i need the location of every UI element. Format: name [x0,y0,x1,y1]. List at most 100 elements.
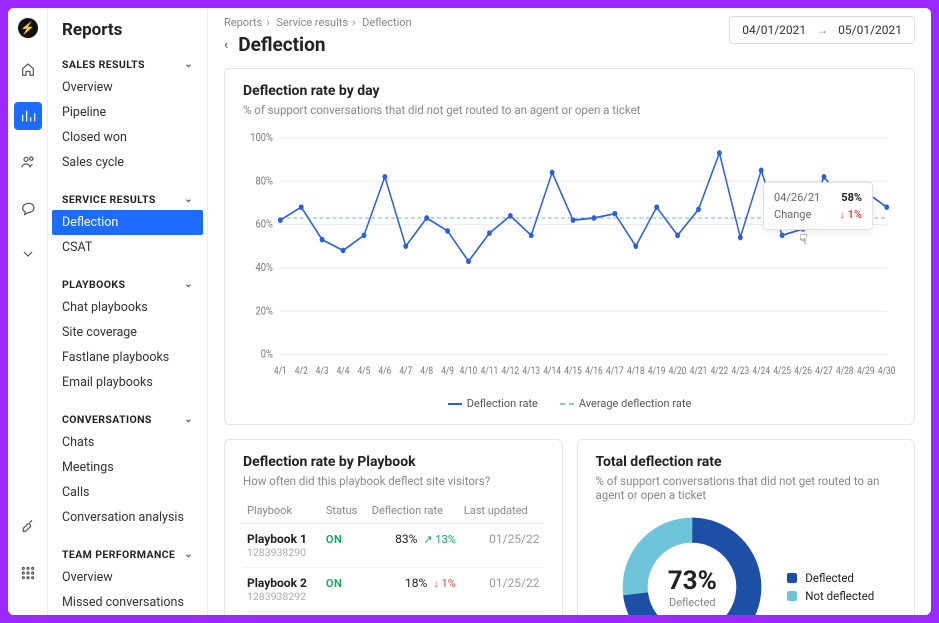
app-logo[interactable]: ⚡ [18,18,38,38]
svg-text:4/3: 4/3 [316,366,329,377]
deflection-by-playbook-card: Deflection rate by Playbook How often di… [224,439,563,615]
sidebar-item-deflection[interactable]: Deflection [52,210,203,235]
chat-icon[interactable] [14,194,42,222]
svg-text:4/15: 4/15 [564,366,582,377]
svg-text:4/12: 4/12 [502,366,520,377]
tooltip-date: 04/26/21 [774,191,820,204]
svg-text:4/11: 4/11 [481,366,499,377]
sidebar-item-sales-cycle[interactable]: Sales cycle [48,150,207,175]
sidebar-item-missed-conversations[interactable]: Missed conversations [48,590,207,615]
playbook-card-title: Deflection rate by Playbook [243,454,544,470]
last-updated: 01/25/22 [460,612,544,616]
sidebar-item-conversation-analysis[interactable]: Conversation analysis [48,505,207,530]
table-header: Status [322,498,368,524]
svg-text:80%: 80% [256,176,273,188]
playbook-name: Playbook 1 [247,532,318,546]
sidebar-group-header[interactable]: SALES RESULTS⌄ [48,54,207,75]
apps-icon[interactable] [14,559,42,587]
playbook-name: Playbook 2 [247,576,318,590]
sidebar: Reports SALES RESULTS⌄OverviewPipelineCl… [48,8,208,615]
legend-item: Not deflected [787,589,874,603]
svg-text:20%: 20% [256,306,273,318]
sidebar-item-pipeline[interactable]: Pipeline [48,100,207,125]
svg-text:4/13: 4/13 [522,366,540,377]
tooltip-change-label: Change [774,208,811,221]
sidebar-item-csat[interactable]: CSAT [48,235,207,260]
donut-label: Deflected [669,596,716,609]
svg-text:4/8: 4/8 [420,366,433,377]
table-header: Deflection rate [368,498,460,524]
total-card-title: Total deflection rate [596,454,897,470]
date-from: 04/01/2021 [742,23,806,37]
arrow-right-icon: → [816,23,828,37]
playbook-card-subtitle: How often did this playbook deflect site… [243,474,544,488]
sidebar-item-site-coverage[interactable]: Site coverage [48,320,207,345]
table-row[interactable]: Playbook 11283938290ON83%↗ 13%01/25/22 [243,524,544,568]
sidebar-item-closed-won[interactable]: Closed won [48,125,207,150]
home-icon[interactable] [14,56,42,84]
chart-title: Deflection rate by day [243,83,896,99]
playbook-id: 1283938292 [247,590,318,603]
chart-subtitle: % of support conversations that did not … [243,103,896,117]
table-header: Last updated [460,498,544,524]
date-to: 05/01/2021 [838,23,902,37]
svg-text:4/19: 4/19 [648,366,666,377]
crumb-1[interactable]: Service results [276,16,348,29]
sidebar-item-fastlane-playbooks[interactable]: Fastlane playbooks [48,345,207,370]
sidebar-item-overview[interactable]: Overview [48,75,207,100]
breadcrumb: Reports› Service results› Deflection [224,16,412,29]
sidebar-item-meetings[interactable]: Meetings [48,455,207,480]
delta: ↗ 13% [423,533,455,546]
sidebar-item-calls[interactable]: Calls [48,480,207,505]
sidebar-group-header[interactable]: PLAYBOOKS⌄ [48,274,207,295]
chevron-down-icon: ⌄ [184,194,193,205]
svg-text:0%: 0% [261,349,273,361]
chevron-down-icon: ⌄ [184,549,193,560]
icon-rail: ⚡ [8,8,48,615]
table-row[interactable]: Playbook 3ON71%↗ 8%01/25/22 [243,612,544,616]
sidebar-item-overview[interactable]: Overview [48,565,207,590]
sidebar-group-header[interactable]: TEAM PERFORMANCE⌄ [48,544,207,565]
chevron-down-icon[interactable] [14,240,42,268]
svg-text:4/7: 4/7 [399,366,412,377]
svg-text:4/6: 4/6 [378,366,391,377]
chevron-down-icon: ⌄ [184,414,193,425]
sidebar-group-header[interactable]: CONVERSATIONS⌄ [48,409,207,430]
back-icon[interactable]: ‹ [224,37,228,53]
svg-text:40%: 40% [256,263,273,275]
delta: ↓ 1% [433,577,455,590]
crumb-0[interactable]: Reports [224,16,262,29]
rocket-icon[interactable] [14,513,42,541]
svg-text:4/28: 4/28 [836,366,854,377]
legend-series: Deflection rate [467,397,538,410]
crumb-2: Deflection [362,16,412,29]
reports-icon[interactable] [14,102,42,130]
svg-text:4/22: 4/22 [711,366,729,377]
svg-text:4/16: 4/16 [585,366,603,377]
svg-text:4/20: 4/20 [669,366,687,377]
table-row[interactable]: Playbook 21283938292ON18%↓ 1%01/25/22 [243,568,544,612]
svg-text:4/17: 4/17 [606,366,624,377]
donut-legend: DeflectedNot deflected [787,567,874,607]
date-range-picker[interactable]: 04/01/2021 → 05/01/2021 [729,16,915,44]
line-chart[interactable]: 0%20%40%60%80%100%4/14/24/34/44/54/64/74… [243,127,896,391]
svg-text:4/18: 4/18 [627,366,645,377]
legend-avg: Average deflection rate [579,397,691,410]
deflection-by-day-card: Deflection rate by day % of support conv… [224,68,915,425]
table-header: Playbook [243,498,322,524]
chart-legend: Deflection rate Average deflection rate [243,397,896,410]
svg-text:4/4: 4/4 [337,366,350,377]
sidebar-item-chats[interactable]: Chats [48,430,207,455]
svg-text:4/30: 4/30 [878,366,896,377]
page-title: Deflection [238,33,325,56]
sidebar-group-header[interactable]: SERVICE RESULTS⌄ [48,189,207,210]
donut-chart[interactable]: 73% Deflected [617,512,767,615]
svg-text:100%: 100% [250,133,273,145]
svg-text:4/25: 4/25 [773,366,791,377]
svg-text:4/2: 4/2 [295,366,308,377]
sidebar-item-chat-playbooks[interactable]: Chat playbooks [48,295,207,320]
sidebar-item-email-playbooks[interactable]: Email playbooks [48,370,207,395]
chart-tooltip: 04/26/21 58% Change ↓ 1% [763,182,873,230]
people-icon[interactable] [14,148,42,176]
svg-text:4/29: 4/29 [857,366,875,377]
